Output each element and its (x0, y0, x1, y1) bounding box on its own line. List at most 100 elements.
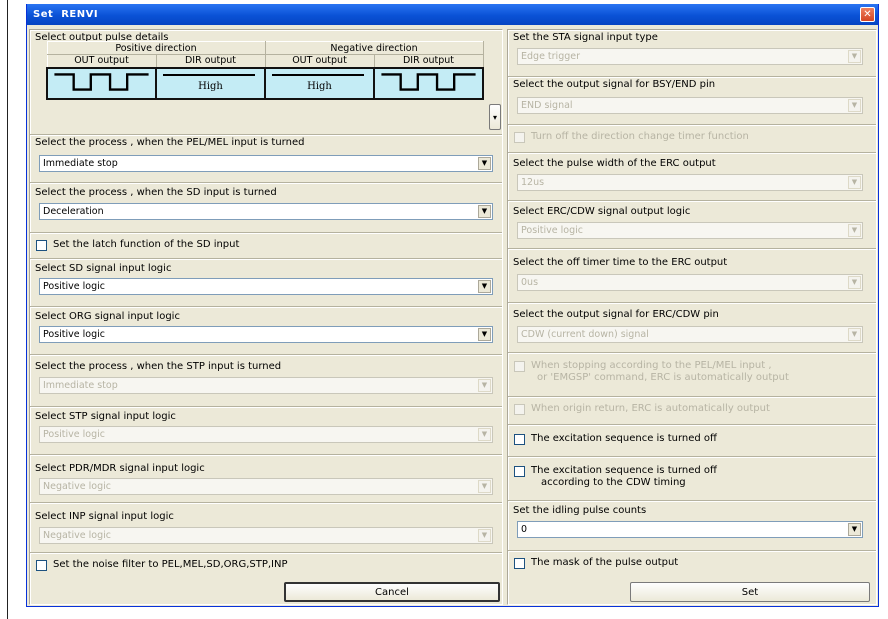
sdlogic-label: Select SD signal input logic (35, 263, 172, 274)
pelmel-select[interactable]: Immediate stop ▼ (39, 155, 493, 172)
chevron-down-icon[interactable]: ▼ (478, 157, 491, 170)
chevron-down-icon[interactable]: ▼ (478, 428, 491, 441)
orglogic-label: Select ORG signal input logic (35, 311, 180, 322)
window-title: Set RENVI (33, 9, 99, 20)
chevron-down-icon[interactable]: ▼ (478, 205, 491, 218)
dir-output-header-1: DIR output (155, 54, 266, 68)
cancel-button[interactable]: Cancel (284, 582, 500, 602)
auto-erc-1-section: When stopping according to the PEL/MEL i… (508, 352, 876, 394)
inplogic-select[interactable]: Negative logic ▼ (39, 527, 493, 544)
bsy-value: END signal (521, 100, 573, 111)
pos-out-pulse-cell[interactable] (46, 66, 157, 100)
erc-off-select[interactable]: 0us ▼ (517, 274, 863, 291)
checkbox-box[interactable] (514, 361, 525, 372)
erc-width-select[interactable]: 12us ▼ (517, 174, 863, 191)
chevron-down-icon: ▾ (492, 112, 497, 122)
stplogic-select[interactable]: Positive logic ▼ (39, 426, 493, 443)
chevron-down-icon[interactable]: ▼ (478, 280, 491, 293)
erc-logic-select[interactable]: Positive logic ▼ (517, 222, 863, 239)
pos-dir-cell[interactable]: High (155, 66, 266, 100)
negative-direction-header: Negative direction (264, 41, 484, 55)
right-panel: Set the STA signal input type Edge trigg… (507, 29, 877, 605)
close-button[interactable]: ✕ (860, 7, 875, 22)
chevron-down-icon[interactable]: ▼ (848, 328, 861, 341)
latch-section: Set the latch function of the SD input (30, 232, 502, 256)
exc1-label: The excitation sequence is turned off (531, 433, 717, 444)
exc1-checkbox[interactable]: The excitation sequence is turned off (514, 433, 717, 445)
checkbox-box[interactable] (36, 560, 47, 571)
orglogic-value: Positive logic (43, 329, 105, 340)
auto-erc-1-checkbox[interactable]: When stopping according to the PEL/MEL i… (514, 360, 789, 384)
sdlogic-select[interactable]: Positive logic ▼ (39, 278, 493, 295)
chevron-down-icon[interactable]: ▼ (478, 529, 491, 542)
checkbox-box[interactable] (514, 404, 525, 415)
stp-select[interactable]: Immediate stop ▼ (39, 377, 493, 394)
checkbox-box[interactable] (514, 132, 525, 143)
chevron-down-icon[interactable]: ▼ (848, 224, 861, 237)
dir-output-header-2: DIR output (373, 54, 484, 68)
chevron-down-icon[interactable]: ▼ (848, 176, 861, 189)
auto-erc-1-line1: When stopping according to the PEL/MEL i… (531, 360, 772, 371)
idling-section: Set the idling pulse counts 0 ▼ (508, 500, 876, 546)
exc2-checkbox[interactable]: The excitation sequence is turned off acc… (514, 465, 717, 489)
dirtimer-label: Turn off the direction change timer func… (531, 131, 749, 142)
mask-checkbox[interactable]: The mask of the pulse output (514, 557, 678, 569)
auto-erc-1-line2: or 'EMGSP' command, ERC is automatically… (537, 372, 789, 383)
erc-pin-select[interactable]: CDW (current down) signal ▼ (517, 326, 863, 343)
high-level-line-icon (163, 73, 255, 76)
dirtimer-checkbox[interactable]: Turn off the direction change timer func… (514, 131, 749, 143)
sta-select[interactable]: Edge trigger ▼ (517, 48, 863, 65)
stplogic-label: Select STP signal input logic (35, 411, 176, 422)
set-button[interactable]: Set (630, 582, 870, 602)
chevron-down-icon[interactable]: ▼ (848, 523, 861, 536)
sta-value: Edge trigger (521, 51, 581, 62)
chevron-down-icon[interactable]: ▼ (478, 379, 491, 392)
stp-value: Immediate stop (43, 380, 118, 391)
latch-checkbox[interactable]: Set the latch function of the SD input (36, 239, 239, 251)
bsy-select[interactable]: END signal ▼ (517, 97, 863, 114)
stp-section: Select the process , when the STP input … (30, 354, 502, 404)
stplogic-value: Positive logic (43, 429, 105, 440)
pulse-dropdown-button[interactable]: ▾ (489, 104, 501, 130)
checkbox-box[interactable] (36, 240, 47, 251)
dialog-window: Set RENVI ✕ Select output pulse details … (26, 4, 879, 607)
pulse-table: Positive direction Negative direction OU… (46, 41, 484, 100)
erc-width-value: 12us (521, 177, 545, 188)
chevron-down-icon[interactable]: ▼ (478, 328, 491, 341)
neg-out-cell[interactable]: High (264, 66, 375, 100)
bsy-label: Select the output signal for BSY/END pin (513, 79, 716, 90)
chevron-down-icon[interactable]: ▼ (848, 276, 861, 289)
neg-dir-pulse-cell[interactable] (373, 66, 484, 100)
exc2-section: The excitation sequence is turned off acc… (508, 456, 876, 498)
auto-erc-2-label: When origin return, ERC is automatically… (531, 403, 770, 414)
mask-section: The mask of the pulse output (508, 550, 876, 576)
checkbox-box[interactable] (514, 558, 525, 569)
idling-select[interactable]: 0 ▼ (517, 521, 863, 538)
idling-value: 0 (521, 524, 528, 535)
pulse-section: Select output pulse details Positive dir… (30, 30, 502, 130)
pelmel-section: Select the process , when the PEL/MEL in… (30, 134, 502, 180)
erc-logic-value: Positive logic (521, 225, 583, 236)
pdrlogic-label: Select PDR/MDR signal input logic (35, 463, 205, 474)
sd-select[interactable]: Deceleration ▼ (39, 203, 493, 220)
checkbox-box[interactable] (514, 466, 525, 477)
chevron-down-icon[interactable]: ▼ (848, 99, 861, 112)
checkbox-box[interactable] (514, 434, 525, 445)
close-icon: ✕ (863, 9, 872, 20)
out-output-header-1: OUT output (46, 54, 157, 68)
orglogic-select[interactable]: Positive logic ▼ (39, 326, 493, 343)
erc-off-label: Select the off timer time to the ERC out… (513, 257, 728, 268)
auto-erc-2-checkbox[interactable]: When origin return, ERC is automatically… (514, 403, 770, 415)
left-panel: Select output pulse details Positive dir… (29, 29, 503, 605)
noise-section: Set the noise filter to PEL,MEL,SD,ORG,S… (30, 552, 502, 576)
bsy-section: Select the output signal for BSY/END pin… (508, 76, 876, 122)
pdrlogic-select[interactable]: Negative logic ▼ (39, 478, 493, 495)
latch-label: Set the latch function of the SD input (53, 239, 240, 250)
chevron-down-icon[interactable]: ▼ (848, 50, 861, 63)
noise-checkbox[interactable]: Set the noise filter to PEL,MEL,SD,ORG,S… (36, 559, 288, 571)
pdrlogic-value: Negative logic (43, 481, 111, 492)
pos-dir-high-text: High (198, 80, 223, 92)
chevron-down-icon[interactable]: ▼ (478, 480, 491, 493)
pdrlogic-section: Select PDR/MDR signal input logic Negati… (30, 454, 502, 498)
pelmel-value: Immediate stop (43, 158, 118, 169)
